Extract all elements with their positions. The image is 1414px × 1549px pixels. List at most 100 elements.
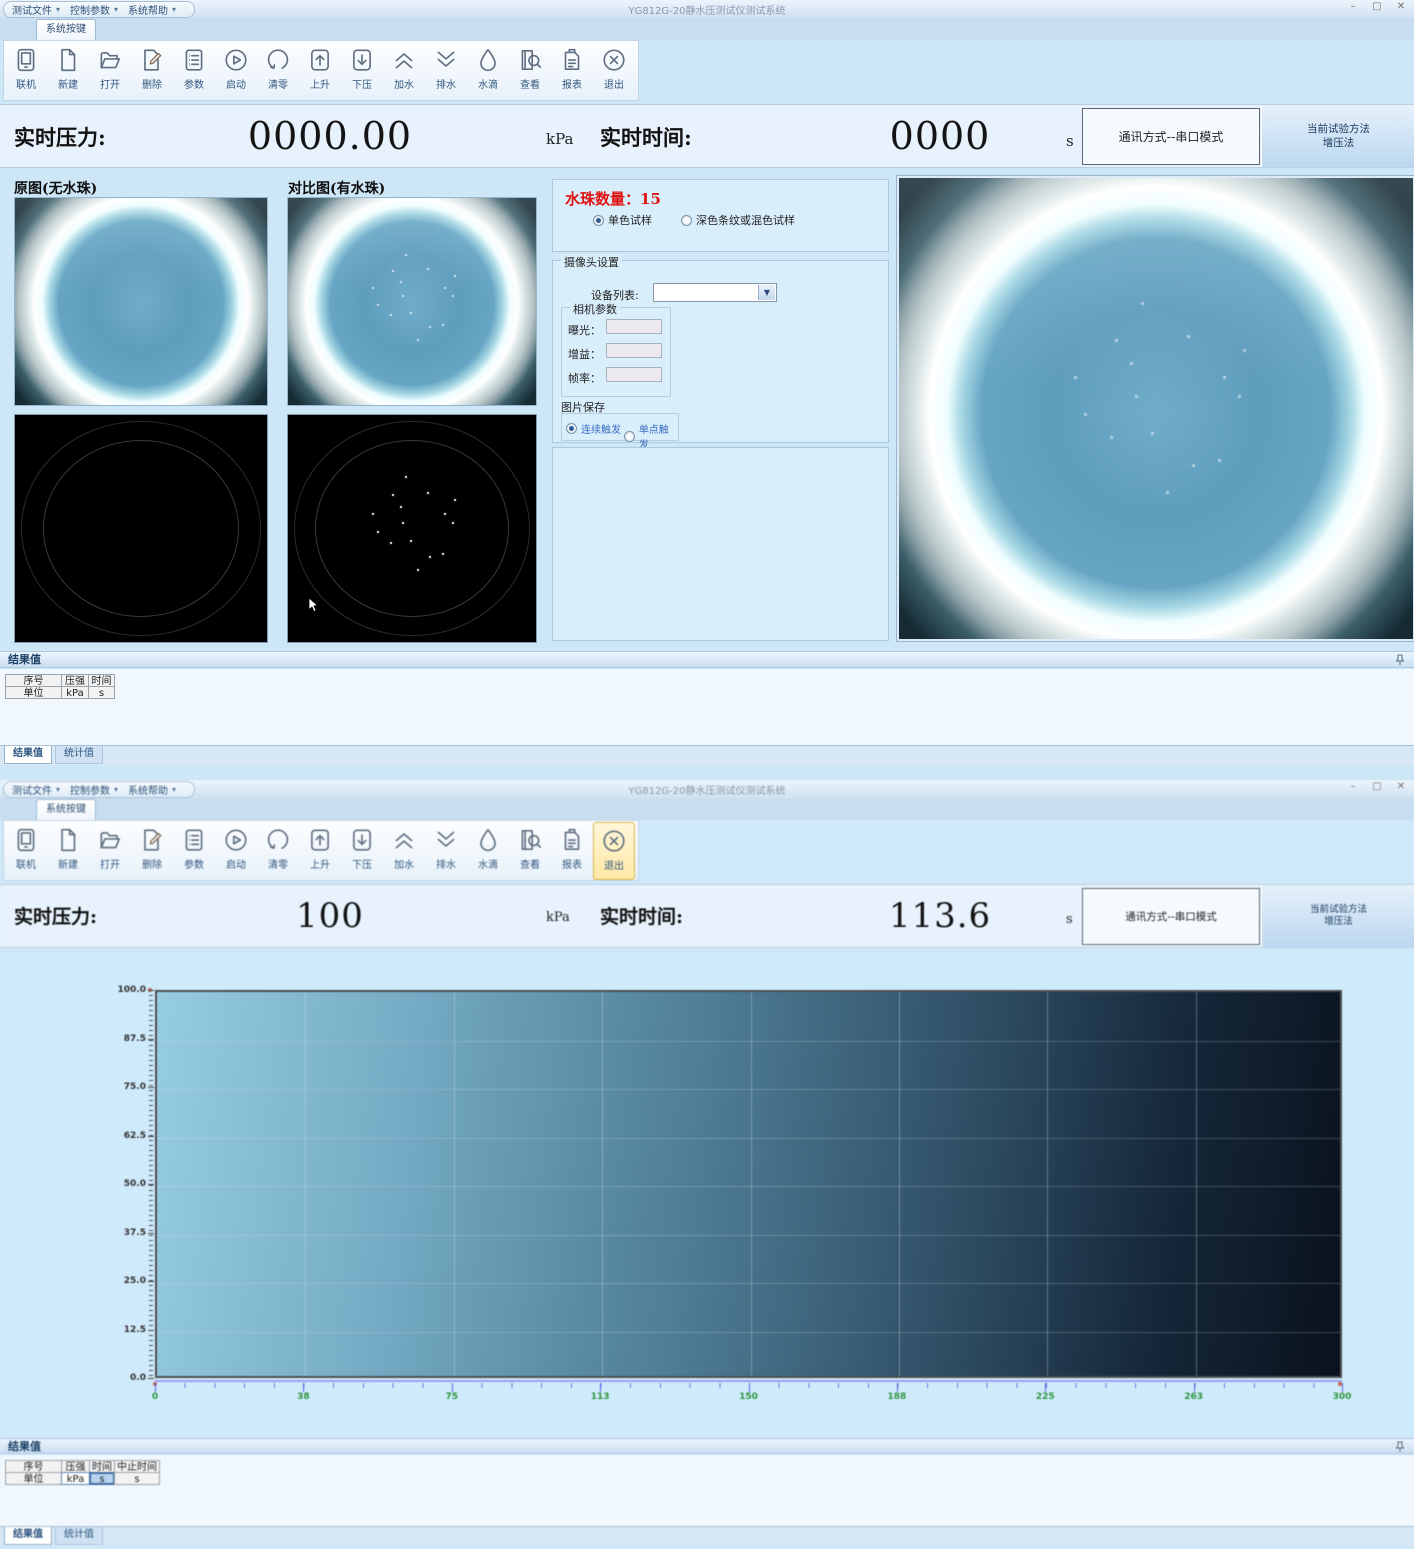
toolbar-view-magnifier-button[interactable]: 查看	[509, 42, 551, 100]
result-unit-cell[interactable]: s	[89, 1472, 115, 1485]
y-axis-major-tick	[148, 1087, 154, 1088]
time-unit: s	[1066, 132, 1074, 150]
toolbar-open-folder-button[interactable]: 打开	[89, 822, 131, 880]
pin-icon[interactable]	[1394, 654, 1406, 666]
x-axis-tick-label: 75	[442, 1392, 462, 1402]
water-droplet	[1084, 413, 1087, 416]
toolbar-arrow-up-box-button[interactable]: 上升	[299, 42, 341, 100]
water-droplet	[1074, 376, 1077, 379]
toolbar-new-file-button[interactable]: 新建	[47, 42, 89, 100]
test-method-button[interactable]: 当前试验方法 增压法	[1261, 885, 1414, 947]
water-droplet	[1115, 339, 1118, 342]
toolbar-open-folder-button[interactable]: 打开	[89, 42, 131, 100]
x-axis-major-tick	[897, 1383, 898, 1392]
toolbar-new-file-button[interactable]: 新建	[47, 822, 89, 880]
plot-area	[155, 990, 1342, 1378]
y-axis-major-tick	[148, 1281, 154, 1282]
toolbar-report-button[interactable]: 报表	[551, 822, 593, 880]
x-axis-tick-label: 225	[1035, 1392, 1055, 1402]
toolbar-parameters-list-button[interactable]: 参数	[173, 822, 215, 880]
toolbar-reset-arc-button[interactable]: 清零	[257, 42, 299, 100]
toolbar-arrow-up-box-button[interactable]: 上升	[299, 822, 341, 880]
toolbar-reset-arc-button[interactable]: 清零	[257, 822, 299, 880]
gridline-horizontal	[157, 1089, 1340, 1090]
toolbar-monitor-button[interactable]: 联机	[5, 822, 47, 880]
result-unit-cell[interactable]: s	[114, 1472, 160, 1485]
tab-statistics[interactable]: 统计值	[55, 1527, 103, 1545]
toolbar-chevrons-down-button[interactable]: 排水	[425, 42, 467, 100]
maximize-button[interactable]: ▢	[1370, 781, 1384, 792]
close-button[interactable]: ✕	[1394, 1, 1408, 12]
droplet-count-box: 水珠数量：15 单色试样 深色条纹或混色试样	[552, 179, 889, 252]
tab-result-values[interactable]: 结果值	[4, 1527, 52, 1545]
toolbar-play-circle-button[interactable]: 启动	[215, 42, 257, 100]
comm-mode-button[interactable]: 通讯方式--串口模式	[1082, 888, 1260, 945]
toolbar-parameters-list-button[interactable]: 参数	[173, 42, 215, 100]
radio-dot-icon	[593, 215, 604, 226]
toolbar: 联机新建打开删除参数启动清零上升下压加水排水水滴查看报表退出	[3, 40, 639, 101]
chevron-down-icon[interactable]: ▼	[758, 285, 775, 300]
water-droplet	[372, 287, 374, 289]
toolbar-delete-file-button[interactable]: 删除	[131, 822, 173, 880]
maximize-button[interactable]: ▢	[1370, 1, 1384, 12]
water-droplet	[1110, 436, 1113, 439]
tab-statistics[interactable]: 统计值	[55, 746, 103, 764]
close-button[interactable]: ✕	[1394, 781, 1408, 792]
camera-params-legend: 相机参数	[570, 301, 620, 317]
result-unit-cell[interactable]: kPa	[61, 1472, 90, 1485]
framerate-field[interactable]	[606, 367, 662, 382]
toolbar-report-button[interactable]: 报表	[551, 42, 593, 100]
result-unit-cell[interactable]: s	[88, 686, 115, 699]
test-method-button[interactable]: 当前试验方法 增压法	[1261, 105, 1414, 167]
droplet-icon	[475, 47, 501, 73]
toolbar-chevrons-down-button[interactable]: 排水	[425, 822, 467, 880]
toolbar-droplet-button[interactable]: 水滴	[467, 42, 509, 100]
x-axis-tick-label: 0	[145, 1392, 165, 1402]
tab-system-keys[interactable]: 系统按键	[36, 19, 96, 40]
toolbar-arrow-down-box-button[interactable]: 下压	[341, 42, 383, 100]
results-table: 序号压强时间单位kPas	[5, 674, 115, 699]
toolbar-monitor-button[interactable]: 联机	[5, 42, 47, 100]
y-axis-tick-label: 25.0	[100, 1276, 146, 1286]
exposure-field[interactable]	[606, 319, 662, 334]
empty-panel	[552, 447, 889, 641]
processed-image-original	[14, 414, 268, 643]
result-unit-cell[interactable]: 单位	[5, 1472, 62, 1485]
arrow-down-box-icon	[349, 47, 375, 73]
toolbar-exit-circle-button[interactable]: 退出	[593, 822, 635, 880]
toolbar-chevrons-up-button[interactable]: 加水	[383, 42, 425, 100]
reset-arc-icon	[265, 827, 291, 853]
toolbar-chevrons-up-button[interactable]: 加水	[383, 822, 425, 880]
toolbar-exit-circle-button[interactable]: 退出	[593, 42, 635, 100]
device-list-combobox[interactable]: ▼	[653, 283, 777, 302]
toolbar-view-magnifier-button[interactable]: 查看	[509, 822, 551, 880]
pin-icon[interactable]	[1394, 1441, 1406, 1453]
tab-result-values[interactable]: 结果值	[4, 746, 52, 764]
result-unit-cell[interactable]: kPa	[61, 686, 89, 699]
water-droplet	[444, 287, 446, 289]
exit-circle-icon	[601, 828, 627, 854]
mouse-cursor-icon	[308, 597, 319, 613]
x-axis-major-tick	[452, 1383, 453, 1392]
x-axis-tick-label: 150	[739, 1392, 759, 1402]
framerate-label: 帧率：	[568, 370, 601, 386]
result-unit-cell[interactable]: 单位	[5, 686, 62, 699]
x-axis-tick-label: 188	[887, 1392, 907, 1402]
radio-continuous-trigger[interactable]: 连续触发	[566, 421, 621, 436]
time-value: 113.6	[855, 896, 1025, 936]
toolbar-play-circle-button[interactable]: 启动	[215, 822, 257, 880]
tab-system-keys[interactable]: 系统按键	[36, 799, 96, 820]
comm-mode-button[interactable]: 通讯方式--串口模式	[1082, 108, 1260, 165]
minimize-button[interactable]: –	[1346, 1, 1360, 12]
toolbar-droplet-button[interactable]: 水滴	[467, 822, 509, 880]
gain-field[interactable]	[606, 343, 662, 358]
gridline-horizontal	[157, 1283, 1340, 1284]
radio-mono-sample[interactable]: 单色试样	[593, 212, 652, 228]
pressure-unit: kPa	[546, 130, 573, 148]
x-axis-major-tick	[1194, 1383, 1195, 1392]
toolbar-arrow-down-box-button[interactable]: 下压	[341, 822, 383, 880]
minimize-button[interactable]: –	[1346, 781, 1360, 792]
processed-image-compare	[287, 414, 537, 643]
radio-dark-sample[interactable]: 深色条纹或混色试样	[681, 212, 795, 228]
toolbar-delete-file-button[interactable]: 删除	[131, 42, 173, 100]
